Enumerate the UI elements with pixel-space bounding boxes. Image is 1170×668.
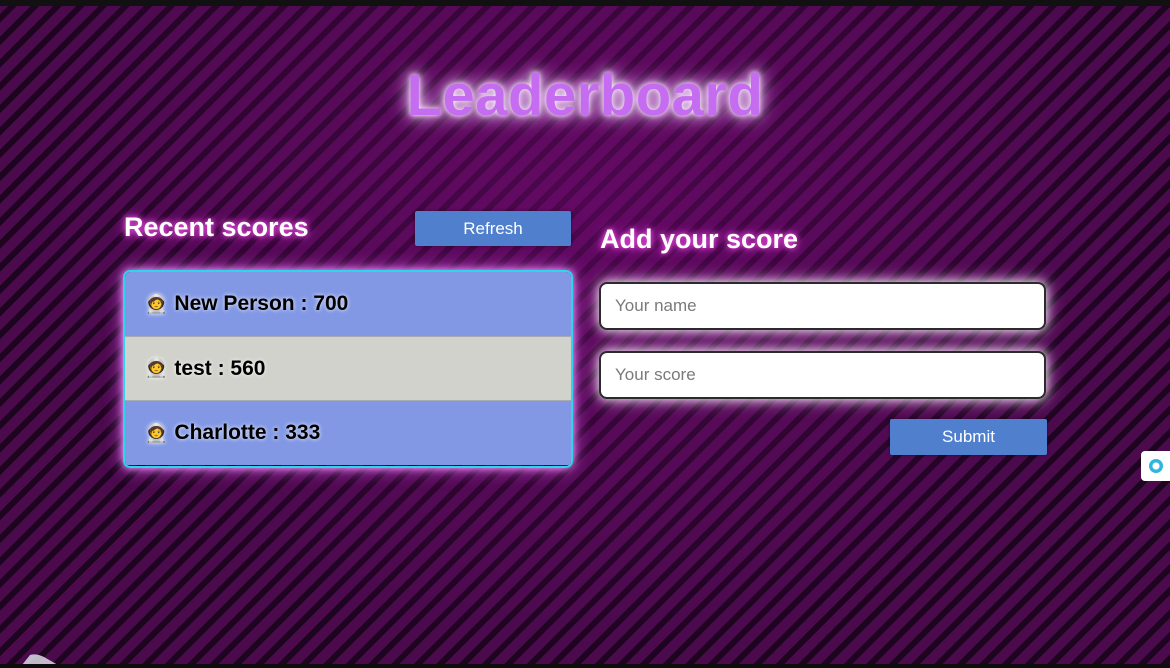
score-entry-text: test : 560 (174, 356, 266, 380)
score-entry-text: Charlotte : 333 (174, 421, 321, 444)
astronaut-icon: 🧑‍🚀 (145, 358, 168, 378)
assistant-widget-button[interactable] (1141, 451, 1170, 481)
recent-scores-list: 🧑‍🚀 New Person : 700 🧑‍🚀 test : 560 🧑‍🚀 … (123, 270, 573, 468)
add-score-heading: Add your score (600, 224, 799, 254)
score-input[interactable] (599, 351, 1046, 399)
astronaut-icon: 🧑‍🚀 (145, 293, 168, 314)
list-item: 🧑‍🚀 New Person : 700 (125, 272, 571, 336)
submit-button[interactable]: Submit (890, 419, 1047, 455)
name-input[interactable] (599, 282, 1046, 330)
page-title: Leaderboard (406, 63, 764, 128)
astronaut-icon: 🧑‍🚀 (145, 422, 168, 443)
list-item: 🧑‍🚀 test : 560 (125, 336, 571, 401)
assistant-icon (1148, 459, 1163, 473)
score-entry-text: New Person : 700 (174, 292, 349, 315)
list-item: 🧑‍🚀 Charlotte : 333 (125, 401, 571, 465)
recent-scores-heading: Recent scores (124, 212, 309, 242)
refresh-button[interactable]: Refresh (415, 211, 571, 246)
window-bottom-edge (0, 664, 1170, 668)
window-top-edge (0, 0, 1170, 6)
